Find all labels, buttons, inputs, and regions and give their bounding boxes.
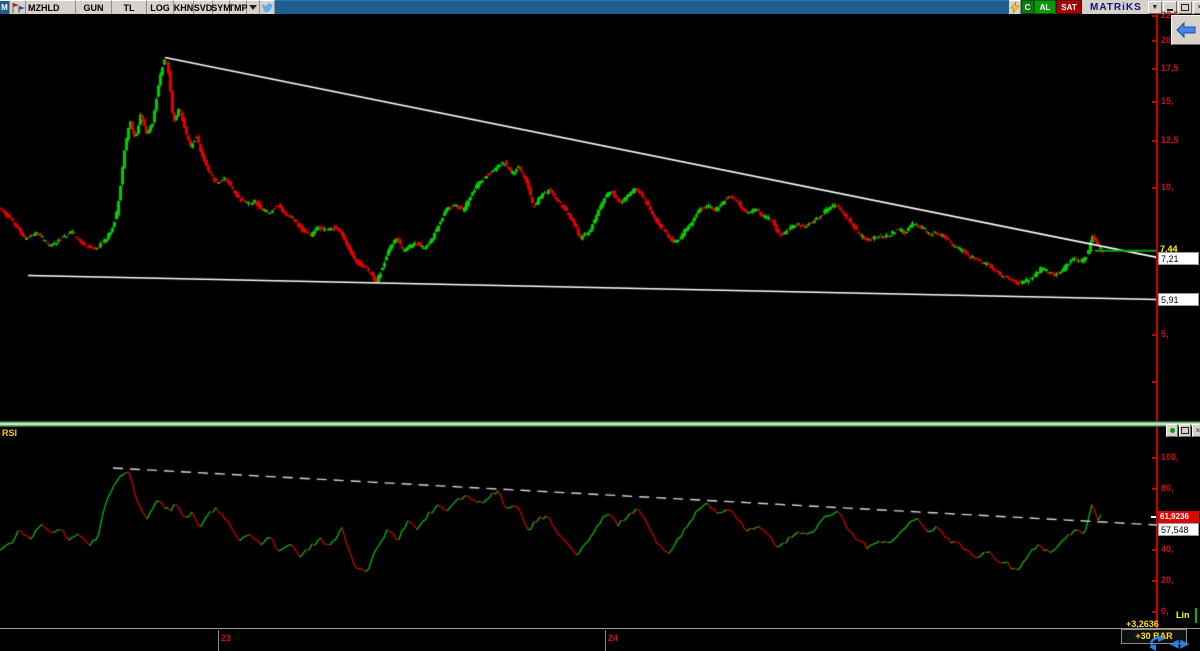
- toolbar-dropdown-button[interactable]: [247, 0, 260, 14]
- time-axis-tick: [605, 630, 606, 651]
- matriks-logo: MATRiKS: [1090, 1, 1142, 13]
- toolbar-button-period[interactable]: GUN: [76, 0, 112, 14]
- axis-tick: [1152, 611, 1158, 613]
- refresh-icon[interactable]: [1146, 635, 1168, 651]
- axis-tick-label: 80,: [1161, 482, 1174, 493]
- rsi-value-tick: [1151, 516, 1156, 518]
- rsi-scale-label: Lin: [1176, 610, 1190, 620]
- scroll-arrows: ◀▶: [1170, 637, 1191, 650]
- axis-tick-label: 40,: [1161, 544, 1174, 555]
- toolbar-button-currency[interactable]: TL: [112, 0, 147, 14]
- price-axis[interactable]: 22,5 20, 17,5 15, 12,5 10, 5,: [1152, 10, 1200, 421]
- app-icon[interactable]: M: [0, 0, 10, 14]
- axis-tick: [1152, 101, 1158, 104]
- flags-icon: [10, 0, 26, 14]
- support-trendline-price-label: 5,91: [1158, 293, 1199, 306]
- chevron-down-icon: [249, 5, 257, 10]
- toolbar-button-log-scale[interactable]: LOG: [147, 0, 174, 14]
- axis-tick: [1152, 68, 1158, 71]
- price-chart-canvas[interactable]: [0, 14, 1157, 421]
- toolbar-button-tmp[interactable]: TMP: [229, 0, 248, 14]
- scroll-left-button[interactable]: ◀: [1170, 638, 1180, 650]
- back-arrow-icon: [1176, 22, 1196, 38]
- window-restore-button[interactable]: [1177, 0, 1192, 14]
- axis-tick-label: 17,5: [1161, 63, 1179, 74]
- axis-tick: [1152, 15, 1158, 18]
- restore-icon: [1180, 3, 1189, 11]
- twitter-icon[interactable]: [260, 0, 275, 14]
- axis-tick: [1152, 187, 1158, 189]
- axis-tick-label: 100,: [1161, 452, 1179, 462]
- rsi-trendline-value-label: 57,548: [1158, 523, 1199, 536]
- axis-tick-label: 10,: [1161, 182, 1174, 192]
- axis-tick: [1152, 333, 1158, 336]
- axis-tick-label: 5,: [1161, 328, 1169, 339]
- toolbar-button-sym[interactable]: SYM: [211, 0, 231, 14]
- matriks-chart-window: M MZHLD GUN TL LOG KHN SVD SYM TMP C AL …: [0, 0, 1200, 651]
- symbol-label[interactable]: MZHLD: [26, 0, 76, 14]
- window-titlebar[interactable]: [275, 0, 1009, 14]
- window-close-button[interactable]: ×: [1192, 0, 1200, 14]
- axis-tick-label: 0,: [1161, 606, 1169, 616]
- axis-tick: [1152, 139, 1158, 142]
- toolbar-button-khn[interactable]: KHN: [174, 0, 194, 14]
- axis-tick: [1152, 580, 1158, 583]
- axis-tick-label: 12,5: [1161, 134, 1179, 145]
- toolbar-button-svd[interactable]: SVD: [194, 0, 213, 14]
- rsi-current-value-label: 61,9236: [1158, 511, 1199, 523]
- axis-tick: [1152, 457, 1158, 459]
- rsi-indicator-label: RSI: [2, 428, 18, 438]
- time-axis[interactable]: 23 24: [0, 628, 1200, 651]
- scroll-right-button[interactable]: ▶: [1180, 638, 1190, 650]
- axis-tick: [1152, 549, 1158, 552]
- resistance-trendline-price-label: 7,21: [1158, 252, 1199, 265]
- window-dropdown-button[interactable]: ▼: [1147, 0, 1162, 14]
- time-axis-label: 24: [608, 633, 619, 643]
- axis-tick: [1152, 381, 1158, 384]
- green-marker: [1195, 608, 1197, 623]
- lightning-icon[interactable]: [1009, 0, 1021, 14]
- axis-tick: [1152, 487, 1158, 490]
- buy-button[interactable]: AL: [1034, 0, 1056, 14]
- brand-zone: MATRiKS ▼ ×: [1082, 0, 1200, 14]
- sell-button[interactable]: SAT: [1056, 0, 1082, 14]
- time-axis-tick: [218, 630, 219, 651]
- axis-tick: [1152, 40, 1158, 43]
- axis-tick-label: 20,: [1161, 575, 1174, 586]
- axis-tick-label: 15,: [1161, 96, 1174, 107]
- c-button[interactable]: C: [1021, 0, 1034, 14]
- toolbar: M MZHLD GUN TL LOG KHN SVD SYM TMP C AL …: [0, 0, 1200, 14]
- back-button[interactable]: [1171, 15, 1200, 45]
- time-axis-label: 23: [221, 633, 232, 643]
- rsi-chart-canvas[interactable]: [0, 427, 1157, 628]
